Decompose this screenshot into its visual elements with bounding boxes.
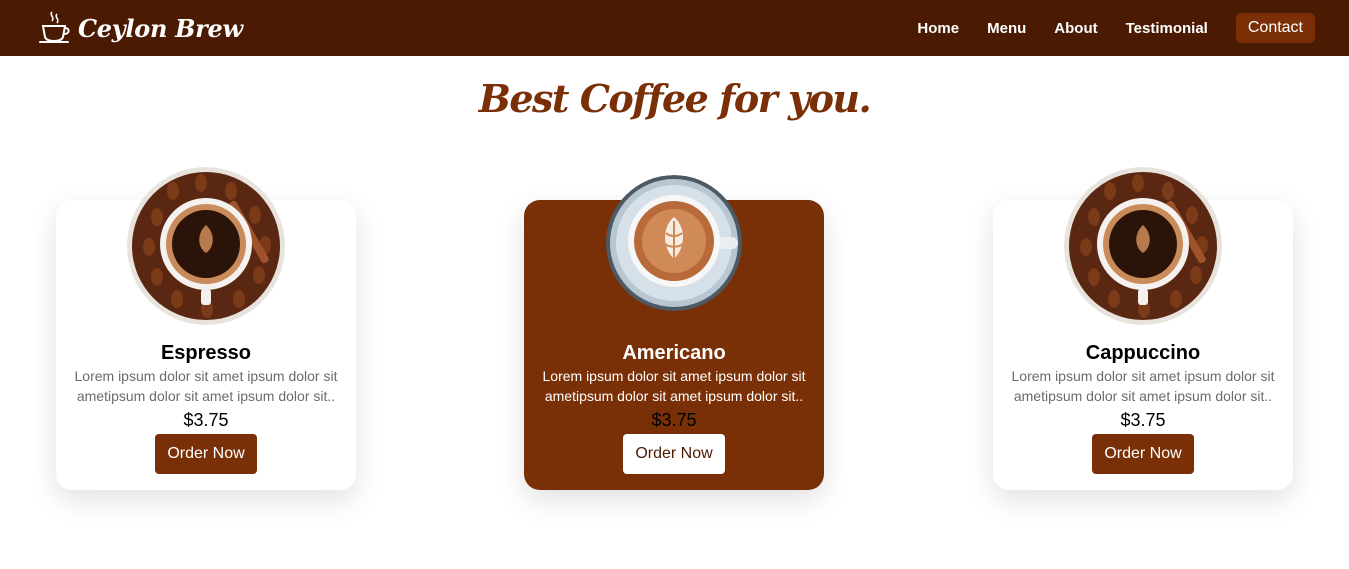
product-card-americano: Americano Lorem ipsum dolor sit amet ips… — [524, 175, 824, 490]
order-now-button[interactable]: Order Now — [1092, 434, 1194, 474]
coffee-beans-cup-image — [1064, 167, 1222, 325]
product-description: Lorem ipsum dolor sit amet ipsum dolor s… — [542, 368, 806, 404]
product-description: Lorem ipsum dolor sit amet ipsum dolor s… — [74, 368, 338, 404]
product-price: $3.75 — [651, 410, 697, 430]
section-heading: Best Coffee for you. — [478, 76, 872, 121]
product-name: Espresso — [160, 342, 252, 364]
coffee-beans-cup-image — [127, 167, 285, 325]
contact-button[interactable]: Contact — [1235, 13, 1315, 43]
product-description: Lorem ipsum dolor sit amet ipsum dolor s… — [1011, 368, 1275, 404]
product-price: $3.75 — [1120, 410, 1166, 430]
product-price: $3.75 — [183, 410, 229, 430]
product-name: Cappuccino — [1085, 342, 1201, 364]
coffee-cup-icon — [38, 10, 72, 46]
product-card-cappuccino: Cappuccino Lorem ipsum dolor sit amet ip… — [993, 167, 1293, 490]
nav-link-home[interactable]: Home — [917, 20, 959, 37]
order-now-button[interactable]: Order Now — [155, 434, 257, 474]
product-name: Americano — [622, 342, 726, 364]
order-now-button[interactable]: Order Now — [623, 434, 725, 474]
nav-link-about[interactable]: About — [1054, 20, 1097, 37]
navbar: Ceylon Brew Home Menu About Testimonial … — [0, 0, 1349, 56]
brand-name: Ceylon Brew — [78, 13, 243, 43]
product-card-espresso: Espresso Lorem ipsum dolor sit amet ipsu… — [56, 167, 356, 490]
nav-link-menu[interactable]: Menu — [987, 20, 1026, 37]
latte-art-cup-image — [606, 175, 742, 311]
nav-links: Home Menu About Testimonial Contact — [917, 13, 1315, 43]
nav-link-testimonial[interactable]: Testimonial — [1126, 20, 1208, 37]
brand[interactable]: Ceylon Brew — [38, 10, 243, 46]
